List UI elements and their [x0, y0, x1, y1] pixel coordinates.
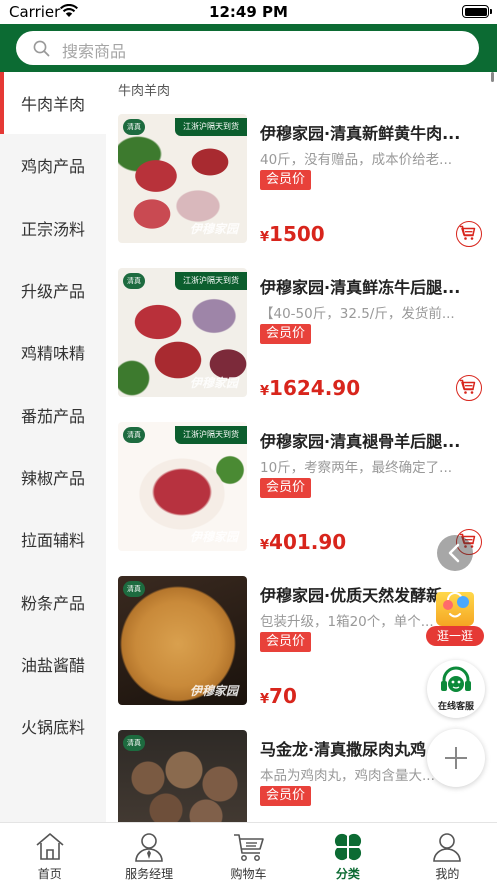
category-sidebar: 牛肉羊肉 鸡肉产品 正宗汤料 升级产品 鸡精味精 番茄产品 辣椒产品 拉面辅料 …	[0, 72, 106, 822]
product-image-mutton-leg[interactable]: 清真 江浙沪隔天到货 伊穆家园	[118, 422, 247, 551]
sidebar-item-condiments[interactable]: 油盐酱醋	[0, 633, 106, 695]
add-to-cart-button[interactable]	[456, 375, 482, 401]
sidebar-item-label: 粉条产品	[20, 593, 85, 613]
sidebar-item-label: 正宗汤料	[20, 219, 85, 239]
sidebar-item-upgraded[interactable]: 升级产品	[0, 259, 106, 321]
cart-icon	[459, 379, 476, 394]
product-desc: 【40-50斤，32.5/斤，发货前...	[260, 306, 455, 322]
chevron-left-icon	[448, 543, 460, 563]
product-price: ¥1624.90	[260, 376, 361, 400]
sidebar-item-label: 鸡肉产品	[20, 157, 85, 177]
customer-service-button[interactable]: 在线客服	[427, 660, 485, 718]
member-price-tag: 会员价	[260, 786, 312, 806]
browse-float-button[interactable]: 逛一逛	[426, 590, 484, 650]
product-name[interactable]: 伊穆家园·清真褪骨羊后腿...	[260, 428, 486, 452]
sidebar-item-soup-base[interactable]: 正宗汤料	[0, 197, 106, 259]
product-name[interactable]: 伊穆家园·清真鲜冻牛后腿...	[260, 274, 486, 298]
tab-service-manager[interactable]: 服务经理	[99, 823, 198, 883]
tab-profile[interactable]: 我的	[398, 823, 497, 883]
sidebar-item-noodle-supplies[interactable]: 拉面辅料	[0, 508, 106, 570]
sidebar-item-vermicelli[interactable]: 粉条产品	[0, 570, 106, 632]
sidebar-item-label: 油盐酱醋	[20, 655, 85, 675]
shopping-bag-icon	[436, 592, 474, 626]
clock: 12:49 PM	[209, 3, 288, 21]
battery-icon	[462, 5, 492, 18]
halal-badge: 清真	[123, 581, 145, 597]
product-image-meatballs[interactable]: 清真	[118, 730, 247, 822]
cart-icon	[459, 225, 476, 240]
product-price: ¥1500	[260, 222, 325, 246]
member-price-tag: 会员价	[260, 632, 312, 652]
halal-badge: 清真	[123, 119, 145, 135]
member-price-tag: 会员价	[260, 478, 312, 498]
product-image-beef[interactable]: 清真 江浙沪隔天到货 伊穆家园	[118, 114, 247, 243]
manager-icon	[133, 831, 165, 867]
tab-home[interactable]: 首页	[0, 823, 99, 883]
product-card[interactable]: 清真 江浙沪隔天到货 伊穆家园 伊穆家园·清真新鲜黄牛肉... 40斤，没有赠品…	[106, 114, 497, 254]
tab-bar: 首页 服务经理 购物车 分类 我的	[0, 822, 497, 883]
tab-cart[interactable]: 购物车	[199, 823, 298, 883]
plus-icon	[445, 747, 467, 769]
status-bar: Carrier 12:49 PM	[0, 0, 497, 24]
sidebar-item-seasoning[interactable]: 鸡精味精	[0, 321, 106, 383]
tab-label: 我的	[435, 867, 460, 881]
search-input[interactable]: 搜索商品	[16, 31, 479, 65]
tab-label: 购物车	[230, 867, 267, 881]
add-to-cart-button[interactable]	[456, 221, 482, 247]
sidebar-item-tomato[interactable]: 番茄产品	[0, 383, 106, 445]
product-price: ¥70	[260, 684, 297, 708]
delivery-ribbon: 江浙沪隔天到货	[175, 426, 247, 444]
sidebar-item-chili[interactable]: 辣椒产品	[0, 446, 106, 508]
back-float-button[interactable]	[437, 535, 473, 571]
headset-icon	[441, 666, 471, 692]
category-title: 牛肉羊肉	[118, 84, 171, 99]
sidebar-item-label: 番茄产品	[20, 406, 85, 426]
tab-label: 首页	[37, 867, 62, 881]
sidebar-item-label: 辣椒产品	[20, 468, 85, 488]
brand-watermark: 伊穆家园	[190, 684, 239, 698]
halal-badge: 清真	[123, 735, 145, 751]
brand-watermark: 伊穆家园	[190, 530, 239, 544]
browse-label: 逛一逛	[426, 626, 484, 646]
sidebar-item-label: 火锅底料	[20, 718, 85, 738]
search-icon	[33, 40, 50, 61]
header: 搜索商品	[0, 24, 497, 72]
tab-category[interactable]: 分类	[298, 823, 397, 883]
product-card[interactable]: 清真 江浙沪隔天到货 伊穆家园 伊穆家园·清真鲜冻牛后腿... 【40-50斤，…	[106, 268, 497, 408]
product-desc: 40斤，没有赠品，成本价给老...	[260, 152, 453, 168]
tab-label: 服务经理	[125, 867, 174, 881]
halal-badge: 清真	[123, 427, 145, 443]
sidebar-item-label: 升级产品	[20, 282, 85, 302]
sidebar-item-label: 拉面辅料	[20, 531, 85, 551]
product-price: ¥401.90	[260, 530, 347, 554]
search-placeholder: 搜索商品	[62, 42, 127, 61]
sidebar-item-label: 鸡精味精	[20, 344, 85, 364]
customer-service-label: 在线客服	[437, 702, 474, 712]
member-price-tag: 会员价	[260, 324, 312, 344]
delivery-ribbon: 江浙沪隔天到货	[175, 272, 247, 290]
product-image-naan[interactable]: 清真 伊穆家园	[118, 576, 247, 705]
delivery-ribbon: 江浙沪隔天到货	[175, 118, 247, 136]
profile-icon	[431, 831, 463, 867]
cart-icon	[232, 831, 266, 867]
product-desc: 10斤，考察两年，最终确定了...	[260, 460, 453, 476]
home-icon	[34, 831, 66, 865]
brand-watermark: 伊穆家园	[190, 222, 239, 236]
sidebar-item-label: 牛肉羊肉	[20, 95, 85, 115]
product-image-beef-leg[interactable]: 清真 江浙沪隔天到货 伊穆家园	[118, 268, 247, 397]
sidebar-item-hotpot[interactable]: 火锅底料	[0, 695, 106, 757]
scrollbar[interactable]	[491, 72, 494, 82]
sidebar-item-beef-mutton[interactable]: 牛肉羊肉	[0, 72, 106, 135]
member-price-tag: 会员价	[260, 170, 312, 190]
add-float-button[interactable]	[427, 729, 485, 787]
category-icon	[332, 831, 364, 867]
tab-label: 分类	[335, 867, 360, 881]
brand-watermark: 伊穆家园	[190, 376, 239, 390]
sidebar-item-chicken[interactable]: 鸡肉产品	[0, 134, 106, 196]
product-name[interactable]: 伊穆家园·清真新鲜黄牛肉...	[260, 120, 486, 144]
halal-badge: 清真	[123, 273, 145, 289]
